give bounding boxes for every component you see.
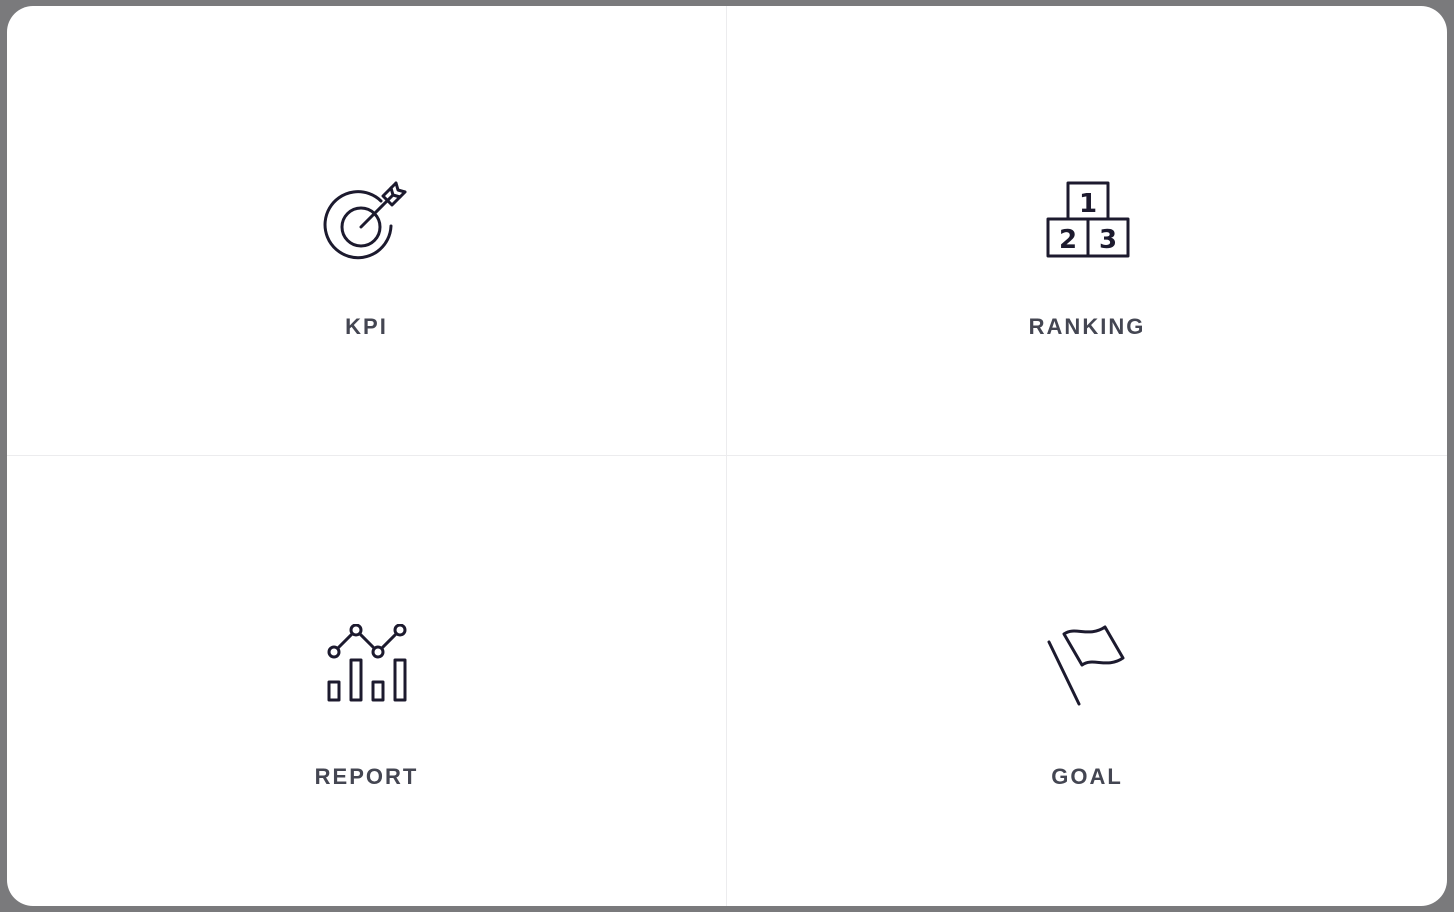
create-widget-modal: KPI 1 2 3 RANKING REPORT GOAL: [7, 6, 1447, 906]
podium-icon: 1 2 3: [1041, 174, 1133, 266]
tile-goal-label: GOAL: [1051, 764, 1123, 789]
tile-ranking-label: RANKING: [1028, 314, 1146, 339]
tile-goal[interactable]: GOAL: [727, 456, 1447, 906]
tile-kpi[interactable]: KPI: [7, 6, 727, 456]
tile-report[interactable]: REPORT: [7, 456, 727, 906]
tile-report-label: REPORT: [314, 764, 419, 789]
line-bar-chart-icon: [321, 624, 413, 716]
podium-third-label: 3: [1099, 225, 1117, 255]
target-arrow-icon: [321, 174, 413, 266]
tile-ranking[interactable]: 1 2 3 RANKING: [727, 6, 1447, 456]
podium-second-label: 2: [1059, 225, 1077, 255]
podium-first-label: 1: [1079, 189, 1097, 219]
flag-icon: [1041, 624, 1133, 716]
tile-kpi-label: KPI: [345, 314, 388, 339]
